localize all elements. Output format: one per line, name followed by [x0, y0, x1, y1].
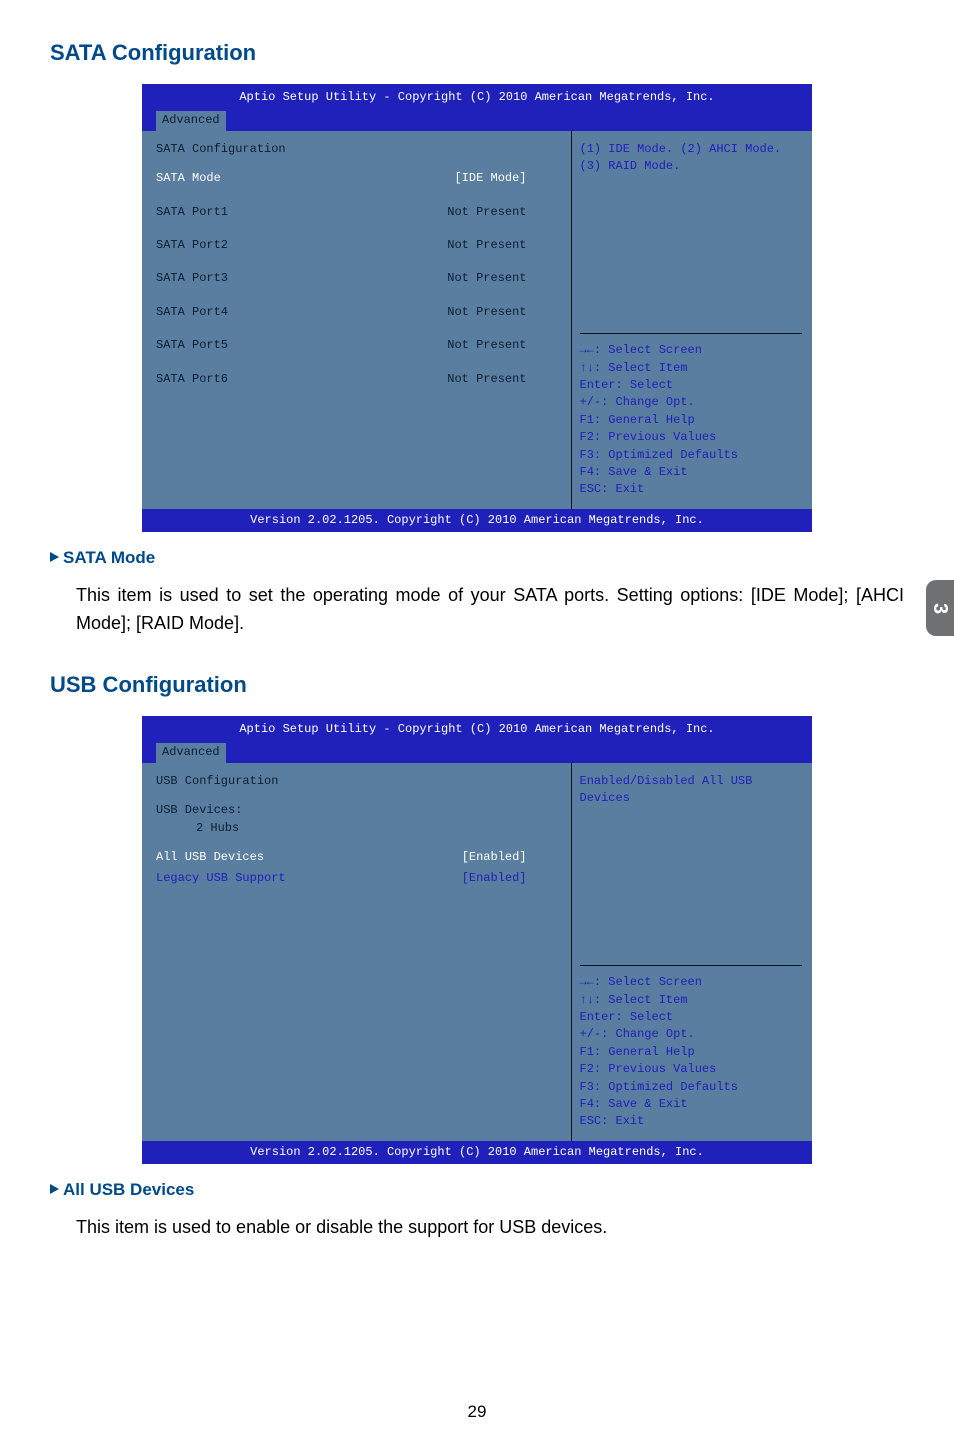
- bios-usb-window: Aptio Setup Utility - Copyright (C) 2010…: [142, 716, 812, 1164]
- sata-port-value: Not Present: [447, 337, 526, 354]
- bios-tab-advanced[interactable]: Advanced: [156, 111, 226, 130]
- bios-help-description: (1) IDE Mode. (2) AHCI Mode. (3) RAID Mo…: [580, 141, 803, 334]
- bios-sata-window: Aptio Setup Utility - Copyright (C) 2010…: [142, 84, 812, 532]
- usb-item-value[interactable]: [Enabled]: [462, 849, 527, 866]
- sata-mode-label[interactable]: SATA Mode: [156, 170, 221, 187]
- page-number: 29: [0, 1402, 954, 1422]
- usb-item-value[interactable]: [Enabled]: [462, 870, 527, 887]
- heading-sata: SATA Configuration: [50, 40, 904, 66]
- arrow-icon: [50, 1184, 59, 1194]
- lr-arrow-icon: [580, 343, 594, 357]
- sata-port-label: SATA Port1: [156, 204, 228, 221]
- lr-arrow-icon: [580, 975, 594, 989]
- usb-item-label[interactable]: All USB Devices: [156, 849, 264, 866]
- sata-port-label: SATA Port6: [156, 371, 228, 388]
- heading-usb: USB Configuration: [50, 672, 904, 698]
- ud-arrow-icon: [580, 361, 594, 375]
- sata-port-label: SATA Port5: [156, 337, 228, 354]
- bios-left-panel: USB Configuration USB Devices: 2 Hubs Al…: [142, 763, 572, 1141]
- usb-devices-label: USB Devices:: [156, 802, 557, 819]
- para-sata-mode: This item is used to set the operating m…: [76, 582, 904, 638]
- bios-title: Aptio Setup Utility - Copyright (C) 2010…: [148, 87, 806, 109]
- bios-title: Aptio Setup Utility - Copyright (C) 2010…: [148, 719, 806, 741]
- sata-port-value: Not Present: [447, 270, 526, 287]
- bios-help-keys: : Select Screen : Select Item Enter: Sel…: [580, 966, 803, 1131]
- bios-header: Aptio Setup Utility - Copyright (C) 2010…: [142, 716, 812, 763]
- sata-port-label: SATA Port2: [156, 237, 228, 254]
- usb-devices-value: 2 Hubs: [156, 820, 557, 837]
- sata-port-value: Not Present: [447, 237, 526, 254]
- bios-left-panel: SATA Configuration SATA Mode [IDE Mode] …: [142, 131, 572, 509]
- sata-port-value: Not Present: [447, 204, 526, 221]
- sata-section-label: SATA Configuration: [156, 141, 557, 158]
- ud-arrow-icon: [580, 993, 594, 1007]
- bios-tab-advanced[interactable]: Advanced: [156, 743, 226, 762]
- sata-mode-value[interactable]: [IDE Mode]: [454, 170, 526, 187]
- sata-port-value: Not Present: [447, 304, 526, 321]
- bios-help-description: Enabled/Disabled All USB Devices: [580, 773, 803, 966]
- bios-footer: Version 2.02.1205. Copyright (C) 2010 Am…: [142, 1141, 812, 1164]
- sata-port-label: SATA Port3: [156, 270, 228, 287]
- sata-port-value: Not Present: [447, 371, 526, 388]
- chapter-tab: 3: [926, 580, 954, 636]
- bios-help-keys: : Select Screen : Select Item Enter: Sel…: [580, 334, 803, 499]
- subheading-all-usb: All USB Devices: [50, 1180, 904, 1200]
- bios-footer: Version 2.02.1205. Copyright (C) 2010 Am…: [142, 509, 812, 532]
- bios-header: Aptio Setup Utility - Copyright (C) 2010…: [142, 84, 812, 131]
- usb-item-label[interactable]: Legacy USB Support: [156, 870, 286, 887]
- para-all-usb: This item is used to enable or disable t…: [76, 1214, 904, 1242]
- arrow-icon: [50, 552, 59, 562]
- usb-section-label: USB Configuration: [156, 773, 557, 790]
- sata-port-label: SATA Port4: [156, 304, 228, 321]
- subheading-sata-mode: SATA Mode: [50, 548, 904, 568]
